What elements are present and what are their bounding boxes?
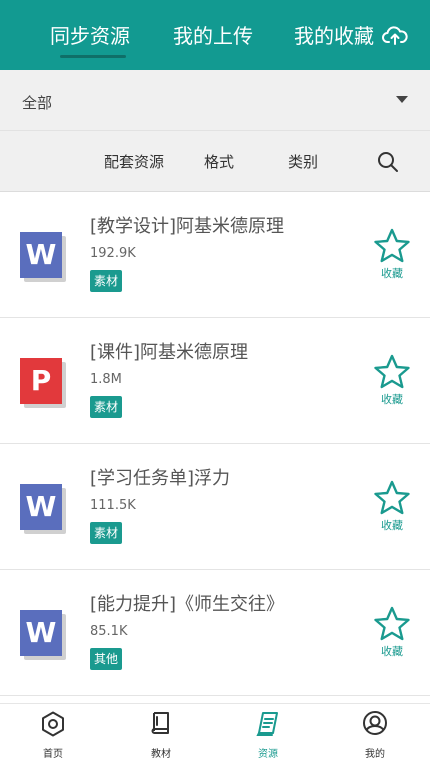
favorite-label: 收藏: [381, 267, 403, 280]
active-tab-indicator: [60, 55, 126, 58]
sort-option-supporting-resources[interactable]: 配套资源: [104, 151, 164, 172]
favorite-button[interactable]: 收藏: [372, 606, 412, 659]
sort-option-category[interactable]: 类别: [288, 151, 318, 172]
resource-size: 1.8M: [90, 372, 122, 387]
favorite-label: 收藏: [381, 645, 403, 658]
nav-label: 资源: [258, 749, 278, 760]
nav-item-resources[interactable]: 资源: [228, 710, 308, 760]
nav-item-home[interactable]: 首页: [13, 710, 93, 760]
filter-dropdown[interactable]: 全部: [0, 70, 430, 131]
nav-label: 我的: [365, 749, 385, 760]
resource-tag: 其他: [90, 648, 123, 670]
hexagon-home-icon: [42, 711, 64, 737]
favorite-button[interactable]: 收藏: [372, 228, 412, 281]
cloud-upload-icon[interactable]: [382, 24, 408, 46]
star-icon: [374, 228, 410, 263]
nav-item-textbook[interactable]: 教材: [121, 710, 201, 760]
resource-tag: 素材: [90, 270, 123, 292]
chevron-down-icon[interactable]: [396, 96, 408, 103]
list-item[interactable]: W [教学设计]阿基米德原理 192.9K 素材 收藏: [0, 192, 430, 318]
favorite-label: 收藏: [381, 519, 403, 532]
list-item[interactable]: W [能力提升]《师生交往》 85.1K 其他 收藏: [0, 570, 430, 696]
top-tab-bar: 同步资源 我的上传 我的收藏: [0, 0, 430, 70]
resource-tag: 素材: [90, 522, 123, 544]
book-icon: [151, 712, 169, 734]
word-file-icon: W: [20, 484, 66, 534]
sort-filter-bar: 配套资源 格式 类别: [0, 131, 430, 192]
user-icon: [363, 711, 387, 735]
tab-my-uploads[interactable]: 我的上传: [173, 20, 253, 49]
bottom-navigation: 首页 教材 资源 我的: [0, 703, 430, 765]
nav-item-mine[interactable]: 我的: [335, 710, 415, 760]
favorite-label: 收藏: [381, 393, 403, 406]
resource-book-icon: [256, 712, 278, 736]
tab-my-favorites[interactable]: 我的收藏: [294, 20, 374, 49]
resource-list: W [教学设计]阿基米德原理 192.9K 素材 收藏 P [课件]阿基米德原理…: [0, 192, 430, 696]
ppt-file-icon: P: [20, 358, 66, 408]
list-item[interactable]: W [学习任务单]浮力 111.5K 素材 收藏: [0, 444, 430, 570]
resource-title[interactable]: [课件]阿基米德原理: [90, 338, 248, 364]
nav-label: 首页: [43, 749, 63, 760]
star-icon: [374, 606, 410, 641]
resource-title[interactable]: [教学设计]阿基米德原理: [90, 212, 284, 238]
filter-selected-value: 全部: [22, 94, 53, 112]
star-icon: [374, 354, 410, 389]
favorite-button[interactable]: 收藏: [372, 354, 412, 407]
word-file-icon: W: [20, 232, 66, 282]
resource-size: 85.1K: [90, 624, 128, 639]
resource-title[interactable]: [能力提升]《师生交往》: [90, 590, 284, 616]
tab-sync-resources[interactable]: 同步资源: [50, 20, 130, 49]
resource-size: 111.5K: [90, 498, 136, 513]
resource-title[interactable]: [学习任务单]浮力: [90, 464, 230, 490]
favorite-button[interactable]: 收藏: [372, 480, 412, 533]
nav-label: 教材: [151, 749, 171, 760]
star-icon: [374, 480, 410, 515]
sort-option-format[interactable]: 格式: [204, 151, 234, 172]
list-item[interactable]: P [课件]阿基米德原理 1.8M 素材 收藏: [0, 318, 430, 444]
resource-tag: 素材: [90, 396, 123, 418]
search-icon[interactable]: [376, 150, 400, 174]
word-file-icon: W: [20, 610, 66, 660]
resource-size: 192.9K: [90, 246, 136, 261]
